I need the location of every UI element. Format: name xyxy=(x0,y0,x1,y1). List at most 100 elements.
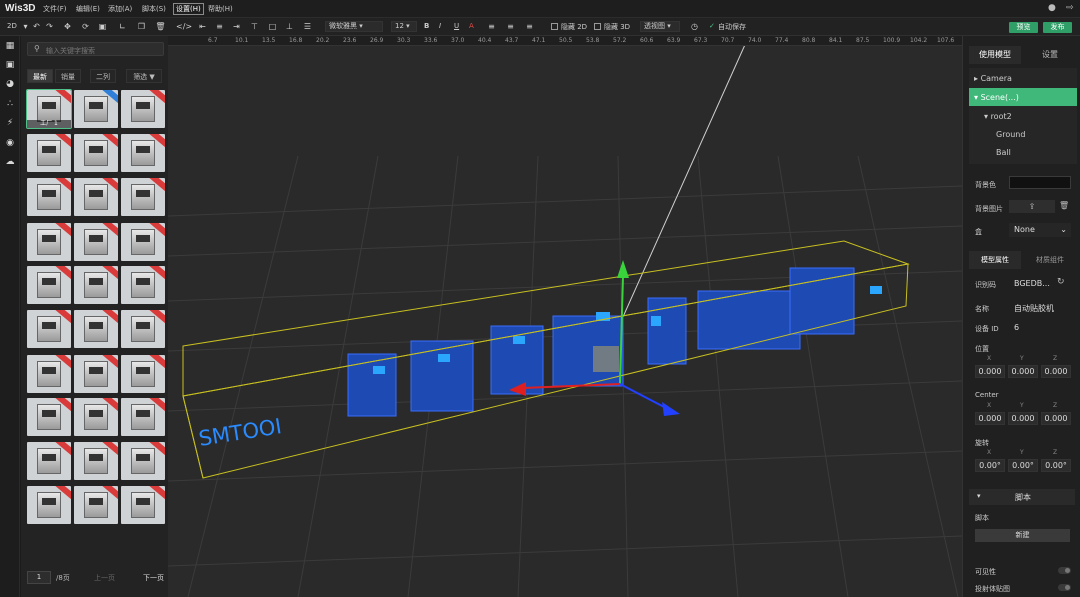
tree-item-root2[interactable]: ▾ root2 xyxy=(984,112,1012,121)
mode-select[interactable]: 2D xyxy=(7,22,17,30)
sky-select[interactable]: None ⌄ xyxy=(1009,223,1071,237)
pie-icon[interactable]: ◕ xyxy=(5,79,15,89)
rotation-y-field[interactable]: 0.00° xyxy=(1008,459,1038,472)
model-thumbnail[interactable] xyxy=(27,223,71,261)
model-thumbnail[interactable] xyxy=(27,134,71,172)
publish-button[interactable]: 发布 xyxy=(1043,22,1072,33)
align-middle-icon[interactable]: □ xyxy=(267,21,278,32)
location-icon[interactable]: ◉ xyxy=(5,138,15,148)
cube-icon[interactable]: ▣ xyxy=(5,60,15,70)
model-thumbnail[interactable] xyxy=(27,442,71,480)
bg-color-swatch[interactable] xyxy=(1009,176,1071,189)
hide2d-checkbox[interactable] xyxy=(551,23,558,30)
font-color-button[interactable]: A xyxy=(469,22,474,30)
lightning-icon[interactable]: ⚡ xyxy=(5,118,15,128)
italic-button[interactable]: I xyxy=(439,22,441,30)
model-thumbnail[interactable] xyxy=(121,178,165,216)
model-thumbnail[interactable] xyxy=(121,134,165,172)
align-top-icon[interactable]: ⊤ xyxy=(249,21,260,32)
prev-page-button[interactable]: 上一页 xyxy=(94,573,115,583)
tab-two-col[interactable]: 二列 xyxy=(90,69,116,83)
model-thumbnail[interactable] xyxy=(121,398,165,436)
model-thumbnail[interactable] xyxy=(74,266,118,304)
position-y-field[interactable]: 0.000 xyxy=(1008,365,1038,378)
rotate-icon[interactable]: ⟳ xyxy=(80,21,91,32)
model-thumbnail[interactable] xyxy=(74,398,118,436)
tab-settings[interactable]: 设置 xyxy=(1023,46,1077,64)
position-z-field[interactable]: 0.000 xyxy=(1041,365,1071,378)
rotation-x-field[interactable]: 0.00° xyxy=(975,459,1005,472)
search-input[interactable]: ⚲ 输入关键字搜索 xyxy=(27,42,164,56)
menu-settings[interactable]: 设置(H) xyxy=(173,3,204,15)
grid-icon[interactable]: ▦ xyxy=(5,41,15,51)
model-thumbnail[interactable] xyxy=(27,355,71,393)
menu-add[interactable]: 添加(A) xyxy=(108,4,132,14)
shadow-toggle[interactable] xyxy=(1058,584,1071,591)
position-x-field[interactable]: 0.000 xyxy=(975,365,1005,378)
font-select[interactable]: 微软雅黑 ▾ xyxy=(325,21,383,32)
font-size-select[interactable]: 12 ▾ xyxy=(391,21,417,32)
tree-item-ground[interactable]: Ground xyxy=(996,130,1025,139)
script-section-header[interactable]: ▾ 脚本 xyxy=(969,489,1075,505)
model-thumbnail[interactable]: 工厂 1 xyxy=(26,89,72,129)
model-thumbnail[interactable] xyxy=(27,398,71,436)
model-thumbnail[interactable] xyxy=(74,178,118,216)
name-value[interactable]: 自动贴胶机 xyxy=(1014,303,1054,314)
code-icon[interactable]: </> xyxy=(176,21,192,32)
model-thumbnail[interactable] xyxy=(27,178,71,216)
center-y-field[interactable]: 0.000 xyxy=(1008,412,1038,425)
tab-sales[interactable]: 销量 xyxy=(55,69,81,83)
visible-toggle[interactable] xyxy=(1058,567,1071,574)
bold-button[interactable]: B xyxy=(424,22,429,30)
model-thumbnail[interactable] xyxy=(27,486,71,524)
center-z-field[interactable]: 0.000 xyxy=(1041,412,1071,425)
redo-icon[interactable]: ↷ xyxy=(44,21,55,32)
model-thumbnail[interactable] xyxy=(121,355,165,393)
underline-button[interactable]: U xyxy=(454,22,459,30)
distribute-icon[interactable]: ☰ xyxy=(302,21,313,32)
model-thumbnail[interactable] xyxy=(121,223,165,261)
text-align-left-icon[interactable]: ≡ xyxy=(486,21,497,32)
model-thumbnail[interactable] xyxy=(74,223,118,261)
model-thumbnail[interactable] xyxy=(74,355,118,393)
tab-model-props[interactable]: 模型属性 xyxy=(969,251,1021,269)
copy-icon[interactable]: ❐ xyxy=(136,21,147,32)
menu-file[interactable]: 文件(F) xyxy=(43,4,67,14)
cloud-icon[interactable]: ☁ xyxy=(5,157,15,167)
model-thumbnail[interactable] xyxy=(121,266,165,304)
3d-viewport[interactable]: SMTOOI 6.7 10.1 13.5 16.8 20.2 23.6 26.9 30.3 33… xyxy=(168,36,962,597)
model-thumbnail[interactable] xyxy=(74,486,118,524)
model-thumbnail[interactable] xyxy=(121,486,165,524)
logout-icon[interactable]: ⇨ xyxy=(1066,3,1074,13)
delete-icon[interactable]: 🗑 xyxy=(155,21,166,32)
menu-script[interactable]: 脚本(S) xyxy=(142,4,166,14)
align-right-icon[interactable]: ⇥ xyxy=(231,21,242,32)
nodes-icon[interactable]: ∴ xyxy=(5,99,15,109)
model-thumbnail[interactable] xyxy=(74,310,118,348)
autosave-check-icon[interactable]: ✓ xyxy=(709,22,715,30)
center-x-field[interactable]: 0.000 xyxy=(975,412,1005,425)
snap-icon[interactable]: ∟ xyxy=(117,21,128,32)
text-align-center-icon[interactable]: ≡ xyxy=(505,21,516,32)
model-thumbnail[interactable] xyxy=(74,90,118,128)
model-thumbnail[interactable] xyxy=(121,442,165,480)
align-bottom-icon[interactable]: ⊥ xyxy=(284,21,295,32)
align-center-icon[interactable]: ≡ xyxy=(214,21,225,32)
text-align-right-icon[interactable]: ≡ xyxy=(524,21,535,32)
tree-item-scene[interactable]: ▾ Scene(...) xyxy=(974,93,1019,102)
upload-icon[interactable]: ⇪ xyxy=(1009,200,1055,213)
scene-canvas[interactable]: SMTOOI xyxy=(168,36,962,597)
chevron-down-icon[interactable]: ▾ xyxy=(20,21,31,32)
user-icon[interactable]: ● xyxy=(1048,3,1056,13)
scale-icon[interactable]: ▣ xyxy=(97,21,108,32)
tab-used-models[interactable]: 使用模型 xyxy=(969,46,1021,64)
hide3d-checkbox[interactable] xyxy=(594,23,601,30)
model-thumbnail[interactable] xyxy=(74,442,118,480)
new-script-button[interactable]: 新建 xyxy=(975,529,1070,542)
tree-item-ball[interactable]: Ball xyxy=(996,148,1011,157)
page-input[interactable]: 1 xyxy=(27,571,51,584)
clock-icon[interactable]: ◷ xyxy=(689,21,700,32)
model-thumbnail[interactable] xyxy=(121,90,165,128)
align-left-icon[interactable]: ⇤ xyxy=(197,21,208,32)
tree-item-camera[interactable]: ▸ Camera xyxy=(974,74,1012,83)
